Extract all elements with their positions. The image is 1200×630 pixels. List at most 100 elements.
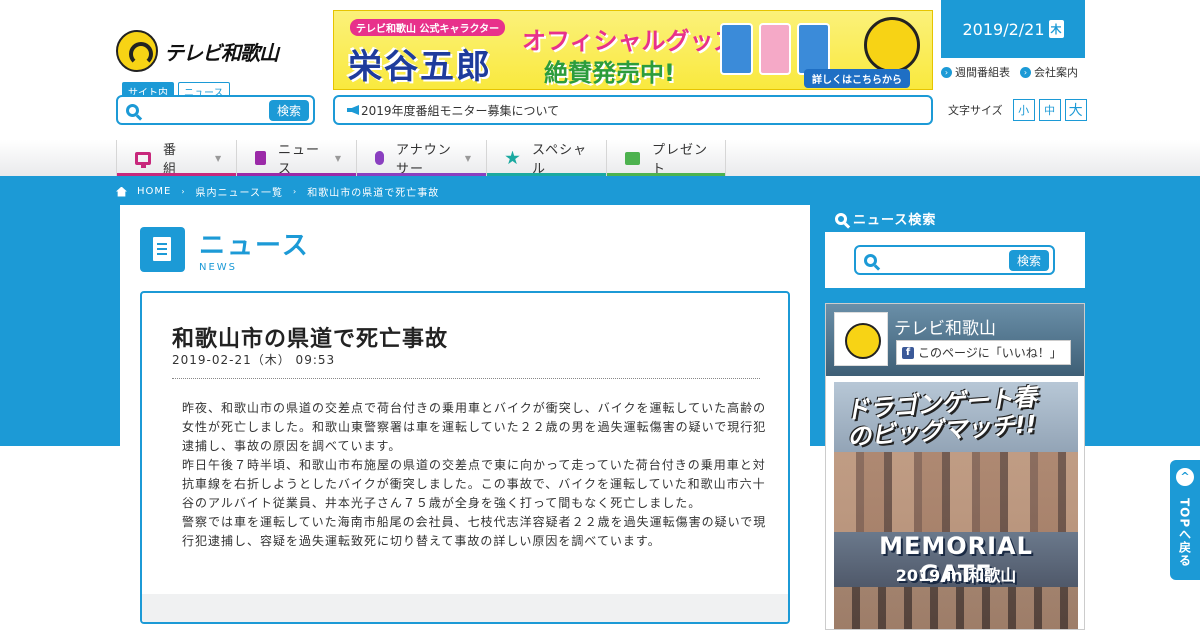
divider: [172, 378, 760, 379]
header-links: › 週間番組表 › 会社案内: [941, 64, 1078, 80]
facebook-page-name[interactable]: テレビ和歌山: [894, 314, 996, 339]
site-search-input[interactable]: [145, 103, 269, 117]
weekly-schedule-link[interactable]: › 週間番組表: [941, 64, 1010, 80]
banner-goods-text: オフィシャルグッズ: [522, 27, 738, 55]
microphone-icon: [375, 151, 384, 165]
chevron-up-icon: ^: [1176, 468, 1194, 486]
news-search-header: ニュース検索: [825, 205, 1085, 232]
poster-wrestlers-image: [834, 452, 1078, 532]
article-paragraph: 昨夜、和歌山市の県道の交差点で荷台付きの乗用車とバイクが衝突し、バイクを運転して…: [182, 401, 767, 453]
logo-text: テレビ和歌山: [164, 40, 279, 65]
nav-item-present[interactable]: プレゼント: [606, 140, 726, 177]
company-info-label: 会社案内: [1034, 66, 1078, 79]
news-search-title: ニュース検索: [853, 213, 937, 228]
poster-wrestlers-image: [834, 587, 1078, 629]
nav-label: スペシャル: [532, 143, 588, 177]
chevron-right-icon: ›: [293, 187, 298, 196]
poster-title: ドラゴンゲート春のビッグマッチ!!: [844, 382, 1038, 452]
article-title: 和歌山市の県道で死亡事故: [172, 327, 449, 352]
news-search-widget: ニュース検索 検索: [825, 205, 1085, 288]
article-footer: [142, 594, 788, 622]
back-to-top-label: TOPへ戻る: [1177, 498, 1192, 568]
caret-down-icon: ▼: [334, 153, 342, 163]
article-paragraph: 警察では車を運転していた海南市船尾の会社員、七枝代志洋容疑者２２歳を過失運転傷害…: [182, 515, 767, 548]
global-nav: 番 組 ▼ ニュース ▼ アナウンサー ▼ スペシャル プレゼント: [0, 140, 1200, 177]
facebook-page-widget: テレビ和歌山 f このページに「いいね！」 ドラゴンゲート春のビッグマッチ!! …: [825, 303, 1085, 630]
font-size-medium-button[interactable]: 中: [1038, 99, 1061, 121]
article-date: 2019-02-21（木） 09:53: [172, 353, 336, 367]
facebook-like-label: このページに「いいね！」: [918, 346, 1062, 360]
poster-event-subtitle: 2019 in 和歌山: [895, 566, 1017, 585]
document-icon: [140, 226, 185, 272]
mug-image: [797, 23, 831, 75]
site-search-button[interactable]: 検索: [268, 99, 309, 121]
weekly-schedule-label: 週間番組表: [955, 66, 1010, 79]
nav-item-special[interactable]: スペシャル: [486, 140, 606, 177]
nav-label: アナウンサー: [396, 143, 452, 177]
facebook-like-button[interactable]: f このページに「いいね！」: [896, 340, 1071, 365]
breadcrumb: HOME › 県内ニュース一覧 › 和歌山市の県道で死亡事故: [116, 184, 439, 199]
chevron-right-icon: ›: [1020, 66, 1031, 78]
notice-text: 2019年度番組モニター募集について: [361, 103, 560, 118]
banner-subtitle: テレビ和歌山 公式キャラクター: [350, 19, 506, 36]
section-title: ニュース: [199, 231, 310, 261]
site-header: テレビ和歌山 サイト内 ニュース 検索 テレビ和歌山 公式キャラクター 栄谷五郎…: [0, 0, 1200, 140]
mug-image: [720, 23, 753, 75]
caret-down-icon: ▼: [215, 153, 223, 163]
site-logo[interactable]: テレビ和歌山: [116, 30, 306, 72]
caret-down-icon: ▼: [464, 153, 472, 163]
tv-icon: [135, 151, 151, 168]
search-icon: [835, 212, 847, 225]
company-info-link[interactable]: › 会社案内: [1020, 64, 1078, 80]
font-size-label: 文字サイズ: [948, 104, 1003, 117]
news-search-button[interactable]: 検索: [1008, 249, 1049, 271]
search-icon: [126, 103, 139, 117]
nav-label: プレゼント: [652, 143, 709, 177]
section-header: ニュース NEWS: [140, 225, 310, 273]
chevron-right-icon: ›: [941, 66, 952, 78]
facebook-icon: f: [902, 346, 914, 359]
breadcrumb-home[interactable]: HOME: [137, 186, 171, 197]
news-icon: [255, 151, 266, 165]
weekday-badge: 木: [1048, 20, 1064, 38]
star-icon: [505, 150, 520, 165]
nav-item-programs[interactable]: 番 組 ▼: [116, 140, 236, 177]
megaphone-icon: [347, 105, 359, 115]
mug-image: [758, 23, 792, 75]
facebook-header: テレビ和歌山 f このページに「いいね！」: [826, 304, 1084, 376]
font-size-switcher: 文字サイズ 小 中 大: [948, 99, 1087, 121]
home-icon: [116, 186, 127, 197]
main-panel: ニュース NEWS 和歌山市の県道で死亡事故 2019-02-21（木） 09:…: [120, 205, 810, 630]
site-search-box: 検索: [116, 95, 315, 125]
notice-bar[interactable]: 2019年度番組モニター募集について: [333, 95, 933, 125]
breadcrumb-current: 和歌山市の県道で死亡事故: [307, 188, 440, 199]
article-paragraph: 昨日午後７時半頃、和歌山市布施屋の県道の交差点で東に向かって走っていた荷台付きの…: [182, 458, 766, 510]
event-poster[interactable]: ドラゴンゲート春のビッグマッチ!! MEMORIAL GATE 2019 in …: [834, 382, 1078, 629]
mascot-logo-icon: [116, 30, 158, 72]
goods-banner[interactable]: テレビ和歌山 公式キャラクター 栄谷五郎 オフィシャルグッズ 絶賛発売中! 詳し…: [333, 10, 933, 90]
news-search-input[interactable]: [883, 253, 1009, 267]
nav-item-announcers[interactable]: アナウンサー ▼: [356, 140, 486, 177]
mascot-icon: [864, 17, 920, 73]
breadcrumb-news-list[interactable]: 県内ニュース一覧: [196, 184, 284, 199]
nav-item-news[interactable]: ニュース ▼: [236, 140, 356, 177]
news-search-box: 検索: [854, 245, 1055, 275]
back-to-top-button[interactable]: ^ TOPへ戻る: [1170, 460, 1200, 580]
banner-details-link[interactable]: 詳しくはこちらから: [804, 69, 910, 88]
page-avatar[interactable]: [834, 312, 888, 366]
font-size-small-button[interactable]: 小: [1012, 99, 1035, 121]
nav-label: 番 組: [163, 143, 192, 177]
mug-images: [720, 23, 831, 75]
gift-icon: [625, 151, 640, 165]
font-size-large-button[interactable]: 大: [1064, 99, 1087, 121]
banner-character-name: 栄谷五郎: [348, 47, 492, 87]
article: 和歌山市の県道で死亡事故 2019-02-21（木） 09:53 昨夜、和歌山市…: [140, 291, 790, 624]
banner-sale-text: 絶賛発売中!: [544, 59, 675, 87]
search-icon: [864, 253, 877, 267]
current-date: 2019/2/21 木: [941, 0, 1085, 58]
section-subtitle: NEWS: [199, 262, 238, 273]
date-text: 2019/2/21: [962, 19, 1045, 39]
nav-label: ニュース: [278, 143, 321, 177]
article-body: 昨夜、和歌山市の県道の交差点で荷台付きの乗用車とバイクが衝突し、バイクを運転して…: [182, 399, 767, 551]
chevron-right-icon: ›: [181, 187, 186, 196]
